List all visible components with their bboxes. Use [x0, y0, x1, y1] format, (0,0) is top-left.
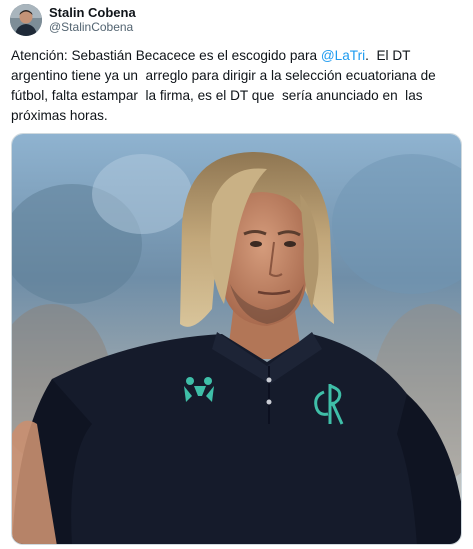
tweet-text: Atención: Sebastián Becacece es el escog… — [11, 46, 463, 126]
mention-link[interactable]: @LaTri — [321, 48, 365, 63]
tweet-photo[interactable] — [11, 133, 462, 545]
tweet-card: Stalin Cobena @StalinCobena Atención: Se… — [0, 0, 473, 549]
avatar[interactable] — [10, 4, 42, 36]
tweet-text-part: Atención: Sebastián Becacece es el escog… — [11, 48, 321, 63]
author-names: Stalin Cobena @StalinCobena — [49, 5, 136, 35]
tweet-header: Stalin Cobena @StalinCobena — [10, 2, 136, 38]
author-handle[interactable]: @StalinCobena — [49, 20, 136, 35]
avatar-image — [10, 4, 42, 36]
coach-photo — [12, 134, 461, 544]
author-display-name[interactable]: Stalin Cobena — [49, 5, 136, 20]
